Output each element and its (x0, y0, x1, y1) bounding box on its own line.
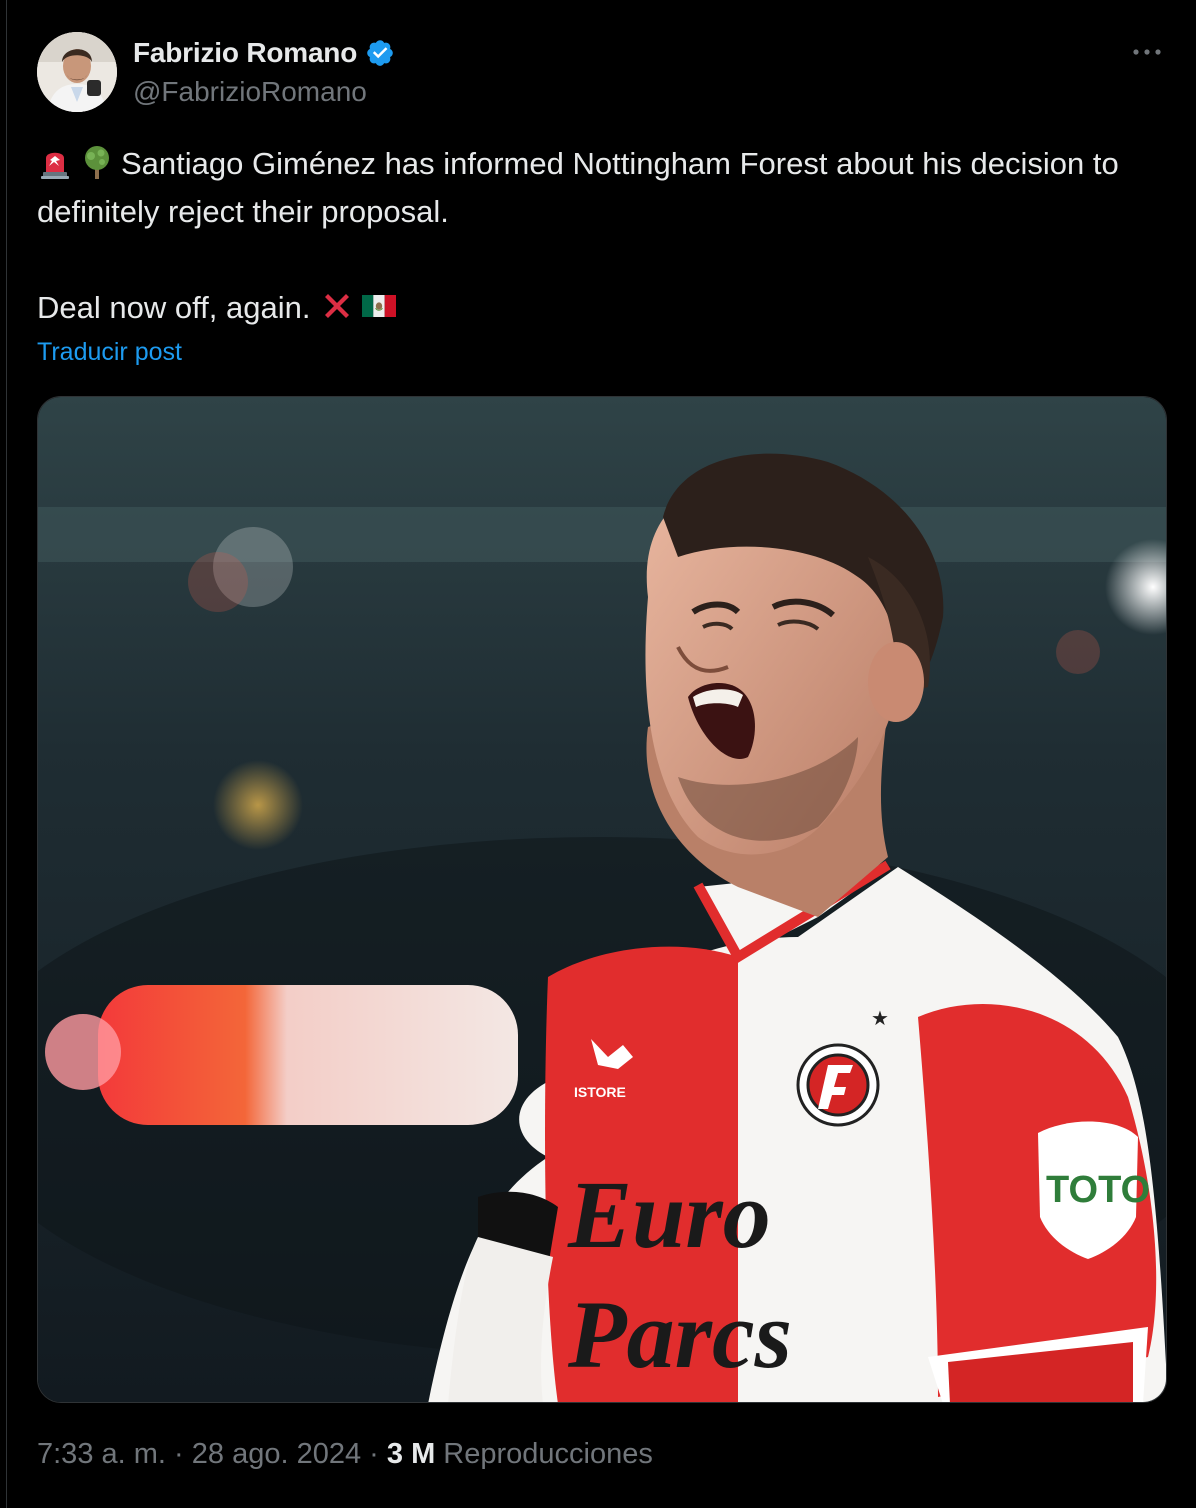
views-count: 3 M (386, 1438, 436, 1470)
translate-post-link[interactable]: Traducir post (37, 338, 182, 367)
timeline-divider (6, 0, 7, 1508)
cross-mark-emoji (325, 294, 350, 318)
name-row: Fabrizio Romano (133, 36, 395, 70)
display-name[interactable]: Fabrizio Romano (133, 37, 357, 69)
tweet-line-1: Santiago Giménez has informed Nottingham… (37, 146, 1119, 229)
tweet-media-photo[interactable]: ★ TOTO ISTORE Euro Parcs (37, 396, 1167, 1403)
tweet-text: Santiago Giménez has informed Nottingham… (37, 140, 1157, 332)
tweet-metadata: 7:33 a. m. · 28 ago. 2024 · 3 M Reproduc… (37, 1438, 653, 1471)
svg-text:★: ★ (871, 1006, 889, 1030)
tweet-paragraph-2: Deal now off, again. (37, 284, 1157, 332)
svg-text:TOTO: TOTO (1046, 1169, 1150, 1211)
police-light-emoji (41, 152, 69, 179)
svg-text:ISTORE: ISTORE (574, 1084, 626, 1100)
views-label: Reproducciones (443, 1438, 653, 1470)
mexico-flag-emoji (362, 295, 397, 317)
meta-separator: · (369, 1438, 379, 1470)
meta-separator: · (174, 1438, 184, 1470)
tweet-paragraph-1: Santiago Giménez has informed Nottingham… (37, 140, 1157, 236)
player-celebration-photo: ★ TOTO ISTORE Euro Parcs (38, 397, 1166, 1402)
tweet-header: Fabrizio Romano @FabrizioRomano (37, 32, 1167, 112)
tweet-date[interactable]: 28 ago. 2024 (192, 1438, 361, 1470)
more-options-button[interactable] (1127, 32, 1167, 72)
tweet-time[interactable]: 7:33 a. m. (37, 1438, 166, 1470)
svg-text:Euro: Euro (567, 1161, 771, 1268)
more-dots-icon (1133, 49, 1161, 55)
profile-photo (37, 32, 117, 112)
tree-emoji (85, 146, 109, 179)
avatar[interactable] (37, 32, 117, 112)
tweet-line-2: Deal now off, again. (37, 290, 311, 325)
svg-text:Parcs: Parcs (567, 1281, 792, 1388)
user-handle[interactable]: @FabrizioRomano (133, 76, 367, 108)
verified-badge-icon (367, 40, 393, 66)
